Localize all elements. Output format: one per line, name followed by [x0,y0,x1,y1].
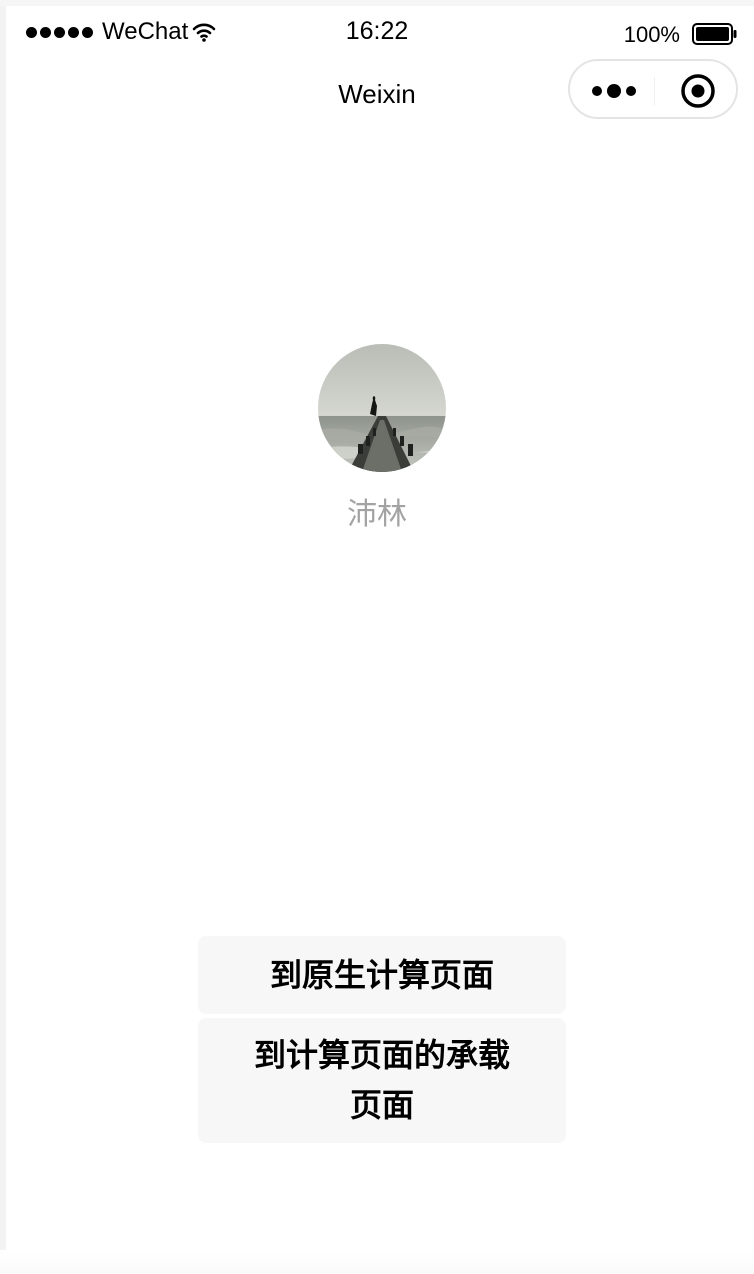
left-edge-shadow [0,0,6,1274]
user-nickname: 沛林 [347,498,407,531]
more-dots-icon[interactable] [590,83,638,99]
capsule-divider [654,77,655,105]
battery-icon [692,23,737,45]
menu-capsule [568,59,738,119]
compute-host-page-button[interactable]: 到计算页面的承载页面 [198,1018,566,1143]
avatar[interactable] [318,344,446,472]
bottom-edge [0,1250,754,1274]
target-circle-icon[interactable] [680,73,716,109]
native-compute-button[interactable]: 到原生计算页面 [198,936,566,1014]
status-bar: WeChat 16:22 100% [6,6,748,54]
battery-percentage: 100% [623,22,680,47]
avatar-photo [318,344,446,472]
